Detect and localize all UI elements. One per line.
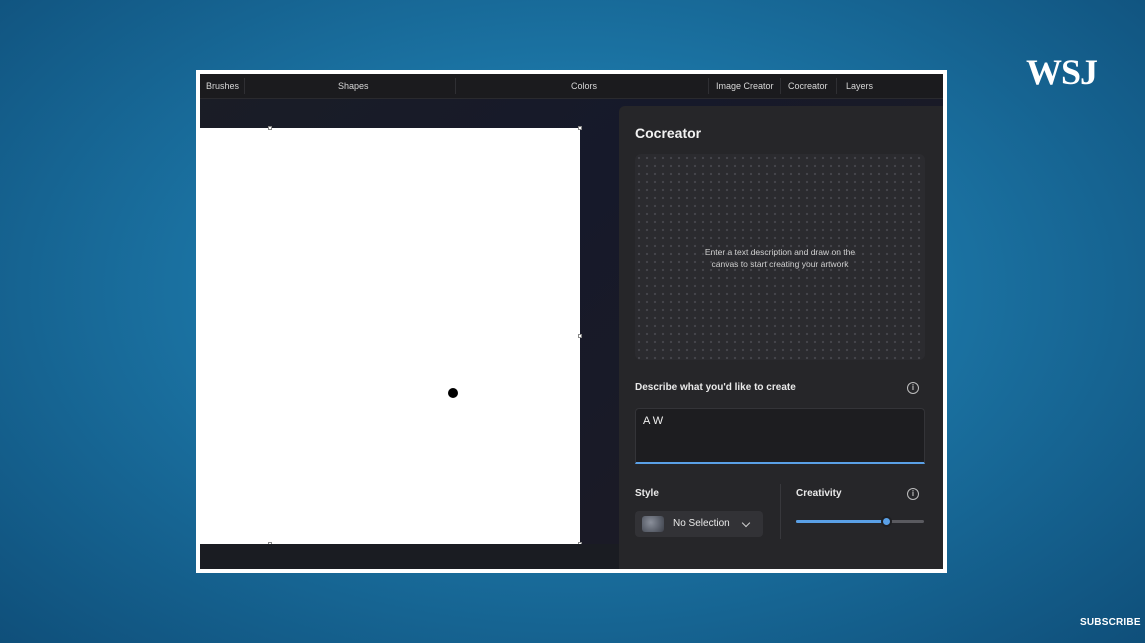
wsj-logo: WSJ [1026,52,1098,92]
toolbar-divider [708,78,709,94]
drawing-canvas[interactable] [200,128,580,544]
canvas-bottom-area [200,544,619,569]
tab-colors[interactable]: Colors [571,74,597,98]
toolbar-divider [836,78,837,94]
tab-layers[interactable]: Layers [846,74,873,98]
tab-brushes[interactable]: Brushes [206,74,239,98]
section-divider [780,484,781,539]
cocreator-panel: Cocreator Enter a text description and d… [619,106,943,569]
creativity-slider-thumb[interactable] [880,516,892,527]
toolbar: Brushes Shapes Colors Image Creator Cocr… [200,74,943,99]
style-dropdown-value: No Selection [673,518,730,529]
paint-app-window: Brushes Shapes Colors Image Creator Cocr… [200,74,943,569]
preview-hint: Enter a text description and draw on the… [704,247,856,269]
tab-cocreator[interactable]: Cocreator [788,74,828,98]
canvas-resize-handle[interactable] [578,334,582,338]
subscribe-label[interactable]: SUBSCRIBE [1080,617,1141,628]
prompt-input[interactable] [635,408,925,464]
cocreator-preview-area: Enter a text description and draw on the… [635,154,925,360]
style-label: Style [635,488,659,499]
style-thumbnail [642,516,664,532]
creativity-slider[interactable] [796,516,924,527]
info-icon[interactable]: i [907,382,919,394]
preview-hint-text: Enter a text description and draw on the… [635,246,925,270]
creativity-label: Creativity [796,488,842,499]
canvas-resize-handle[interactable] [578,126,582,130]
app-screenshot-frame: Brushes Shapes Colors Image Creator Cocr… [196,70,947,573]
panel-title: Cocreator [635,125,702,141]
tab-image-creator[interactable]: Image Creator [716,74,774,98]
tab-shapes[interactable]: Shapes [338,74,369,98]
canvas-resize-handle[interactable] [268,126,272,130]
creativity-slider-fill [796,520,886,523]
info-icon[interactable]: i [907,488,919,500]
toolbar-divider [455,78,456,94]
toolbar-divider [780,78,781,94]
brush-dot [448,388,458,398]
chevron-down-icon [741,518,751,528]
style-dropdown[interactable]: No Selection [635,511,763,537]
toolbar-divider [244,78,245,94]
describe-label: Describe what you'd like to create [635,382,796,393]
